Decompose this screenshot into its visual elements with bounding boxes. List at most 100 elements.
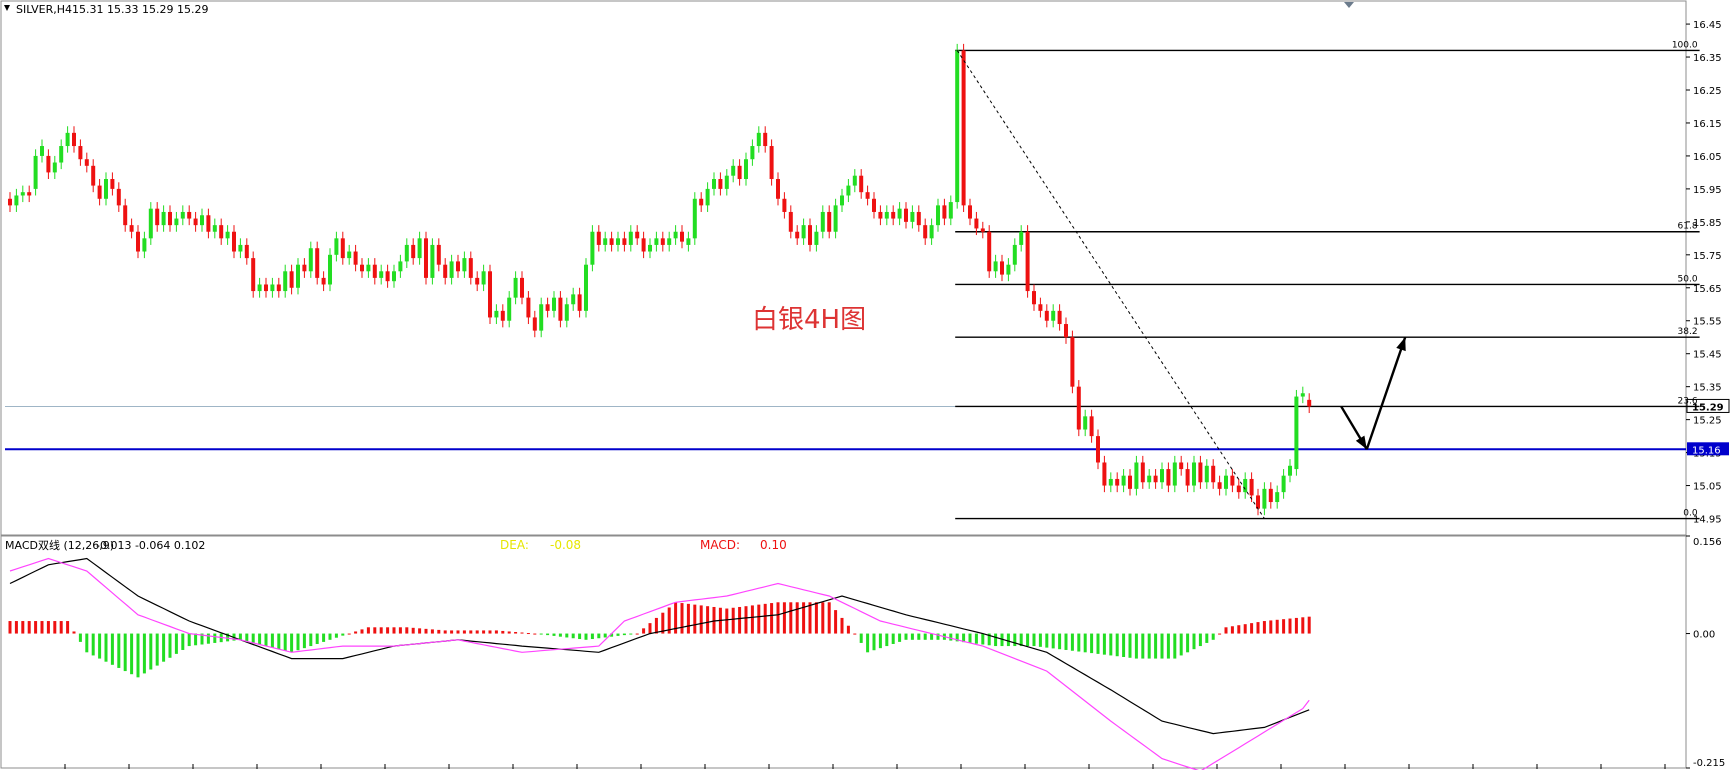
macd-bar-51 [334,633,338,638]
macd-bar-80 [520,632,524,634]
price-tick-label-5: 15.95 [1693,185,1722,196]
candle-193 [1243,478,1248,493]
candle-175 [1128,475,1132,489]
macd-bar-0 [8,621,12,634]
macd-bar-20 [136,633,140,678]
macd-bar-164 [1058,633,1062,650]
candle-167 [1076,386,1081,430]
macd-bar-86 [558,633,562,637]
candle-70 [456,261,460,272]
candle-159 [1025,231,1030,292]
candle-155 [1000,261,1004,275]
candle-7 [52,162,57,173]
macd-bar-16 [110,633,114,665]
macd-bar-163 [1051,633,1055,649]
macd-bar-53 [347,633,351,635]
candle-42 [276,284,281,292]
candle-48 [315,248,320,278]
candle-23 [155,208,160,226]
candle-104 [673,231,678,239]
candle-108 [699,198,704,206]
candle-11 [78,146,83,160]
candle-78 [507,297,512,321]
candle-196 [1262,488,1267,509]
candle-110 [712,179,716,189]
price-tick-label-10: 15.45 [1693,350,1722,361]
candle-90 [584,264,588,311]
macd-bar-85 [552,633,556,636]
macd-bar-68 [443,630,447,634]
macd-bar-201 [1294,617,1298,634]
chart-window[interactable]: 16.45 16.35 16.25 16.15 16.05 15.95 15.85 15.75… [0,0,1730,772]
candle-81 [526,297,531,318]
candle-15 [104,179,108,199]
macd-bar-135 [872,633,876,651]
candle-49 [321,277,326,285]
candle-100 [648,244,652,252]
candle-114 [737,165,742,179]
price-tick-label-1: 16.35 [1693,53,1722,64]
macd-bar-143 [923,633,927,640]
candle-74 [481,271,486,285]
macd-bar-21 [142,633,146,674]
macd-bar-186 [1198,633,1202,647]
candle-134 [865,192,870,199]
candle-139 [897,208,902,219]
macd-bar-134 [866,633,870,653]
candle-26 [174,218,179,226]
macd-bar-78 [507,631,511,634]
macd-bar-140 [904,633,908,640]
macd-bar-12 [85,633,89,653]
macd-bar-203 [1307,616,1311,634]
candle-60 [392,271,396,282]
candle-184 [1185,469,1190,486]
macd-bar-91 [590,633,594,640]
candle-9 [65,132,70,147]
macd-bar-9 [66,621,70,634]
macd-bar-70 [456,630,460,634]
candle-41 [270,284,275,292]
candle-55 [360,264,364,272]
candle-95 [616,238,620,245]
macd-bar-74 [482,630,486,634]
macd-bar-49 [322,633,326,642]
macd-bar-2 [21,621,25,634]
candle-178 [1147,475,1152,483]
candle-56 [366,264,371,272]
macd-bar-133 [859,633,863,643]
candle-21 [142,238,147,252]
macd-bar-136 [878,633,882,649]
macd-bar-106 [686,603,690,634]
price-tick-label-11: 15.35 [1693,383,1722,394]
macd-bar-47 [309,633,313,647]
macd-bar-23 [155,633,159,666]
candle-129 [833,205,838,232]
macd-bar-131 [846,625,850,634]
candle-34 [225,231,230,239]
support-price-label: 15.16 [1692,445,1721,456]
candle-179 [1153,475,1158,483]
macd-bar-187 [1205,633,1209,643]
candle-4 [33,155,38,189]
candle-14 [97,185,102,199]
macd-bar-183 [1179,633,1183,656]
candle-65 [424,238,428,278]
candle-16 [110,179,115,189]
candle-200 [1288,465,1292,476]
macd-bar-178 [1147,633,1151,659]
candle-72 [468,258,473,278]
price-tick-label-0: 16.45 [1693,20,1722,31]
chart-svg[interactable]: 16.4516.3516.2516.1516.0515.9515.8515.75… [0,0,1730,772]
candle-180 [1160,469,1164,483]
candle-59 [385,271,390,282]
candle-54 [353,251,358,265]
candle-18 [123,205,128,226]
candle-40 [264,284,268,292]
candle-164 [1057,310,1062,325]
candle-137 [884,211,889,219]
macd-bar-175 [1128,633,1132,658]
candle-24 [161,211,166,226]
candle-12 [84,159,89,166]
candle-119 [769,146,774,179]
candle-85 [552,297,556,311]
